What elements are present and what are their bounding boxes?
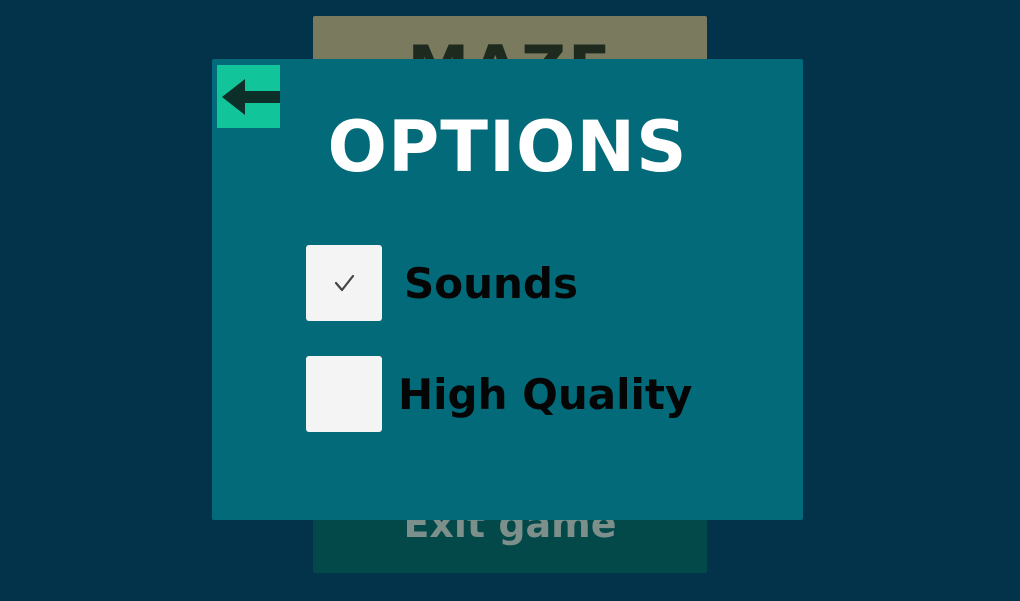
high-quality-label: High Quality [398,369,693,419]
high-quality-option[interactable]: High Quality [306,355,692,433]
high-quality-checkbox[interactable] [306,356,382,432]
options-dialog: OPTIONS Sounds High Quality [212,59,803,520]
sounds-checkbox[interactable] [306,245,382,321]
game-screen: MAZE Exit game OPTIONS Sounds High Quali… [0,0,1020,601]
sounds-label: Sounds [404,258,578,308]
options-title: OPTIONS [327,106,688,188]
sounds-option[interactable]: Sounds [306,244,578,322]
